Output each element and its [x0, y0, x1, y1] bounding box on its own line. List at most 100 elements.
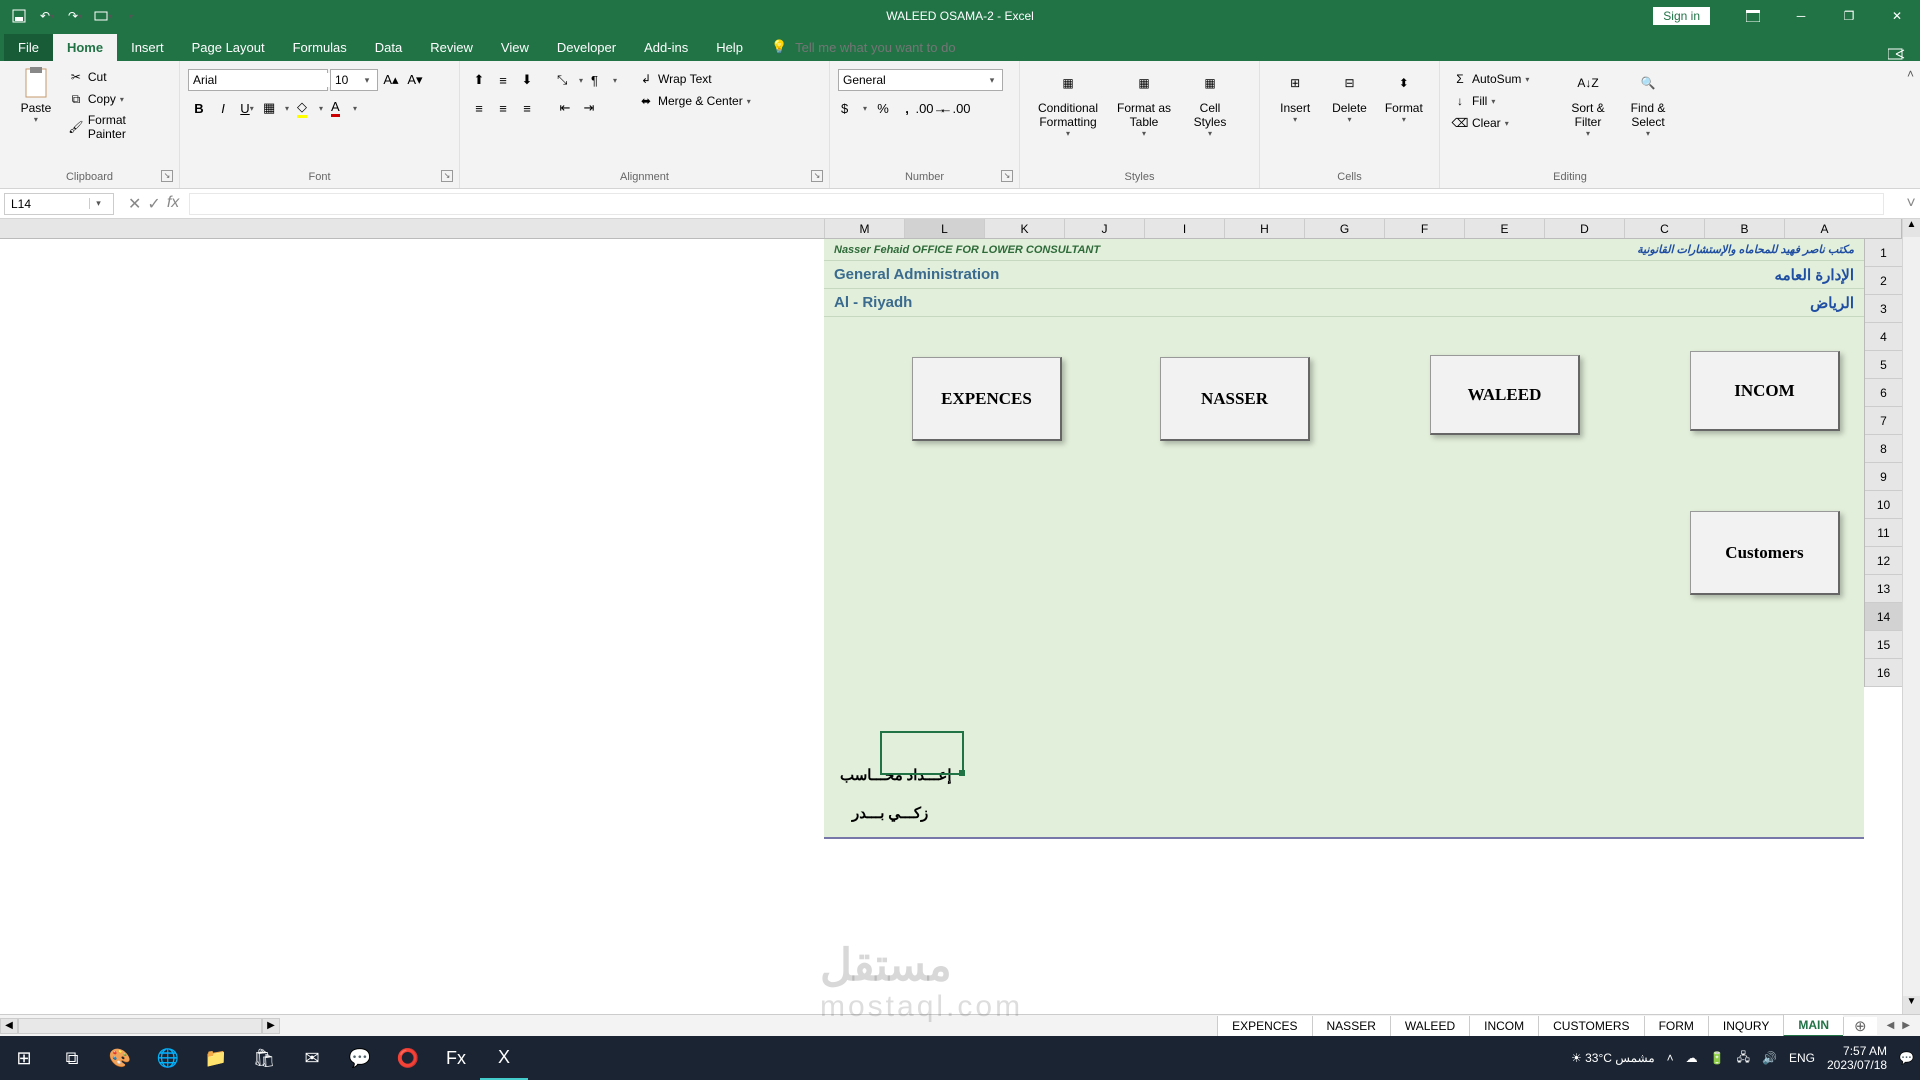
align-left-icon[interactable]: ≡	[468, 97, 490, 119]
row-header-4[interactable]: 4	[1865, 323, 1902, 351]
task-view-icon[interactable]: ⧉	[48, 1036, 96, 1080]
sheet-tab-inqury[interactable]: INQURY	[1708, 1016, 1783, 1036]
col-header-L[interactable]: L	[904, 219, 984, 238]
col-header-G[interactable]: G	[1304, 219, 1384, 238]
col-header-H[interactable]: H	[1224, 219, 1304, 238]
col-header-K[interactable]: K	[984, 219, 1064, 238]
cancel-formula-icon[interactable]: ✕	[128, 194, 141, 214]
tab-home[interactable]: Home	[53, 34, 117, 61]
row-header-8[interactable]: 8	[1865, 435, 1902, 463]
select-all-corner[interactable]	[1864, 219, 1902, 238]
col-header-E[interactable]: E	[1464, 219, 1544, 238]
app-whatsapp[interactable]: 💬	[336, 1036, 384, 1080]
find-select-button[interactable]: 🔍Find & Select▾	[1618, 65, 1678, 140]
customize-qat-icon[interactable]: ▾	[92, 5, 114, 27]
new-sheet-button[interactable]: ⊕	[1843, 1017, 1877, 1035]
sheet-button-nasser[interactable]: NASSER	[1160, 357, 1310, 441]
vertical-scrollbar[interactable]: ▲▼	[1902, 219, 1920, 1014]
row-header-7[interactable]: 7	[1865, 407, 1902, 435]
font-size-combo[interactable]: ▾	[330, 69, 378, 91]
minimize-button[interactable]: ─	[1778, 0, 1824, 32]
row-header-15[interactable]: 15	[1865, 631, 1902, 659]
share-icon[interactable]	[1874, 47, 1920, 61]
decrease-decimal-icon[interactable]: ←.00	[944, 97, 966, 119]
row-header-10[interactable]: 10	[1865, 491, 1902, 519]
app-excel[interactable]: X	[480, 1036, 528, 1080]
formula-input[interactable]	[189, 193, 1884, 215]
bold-button[interactable]: B	[188, 97, 210, 119]
col-header-M[interactable]: M	[824, 219, 904, 238]
col-header-F[interactable]: F	[1384, 219, 1464, 238]
font-name-combo[interactable]: ▾	[188, 69, 328, 91]
format-painter-button[interactable]: 🖌Format Painter	[64, 111, 171, 143]
align-center-icon[interactable]: ≡	[492, 97, 514, 119]
align-top-icon[interactable]: ⬆	[468, 69, 490, 91]
col-header-C[interactable]: C	[1624, 219, 1704, 238]
horizontal-scrollbar[interactable]: ◀▶	[0, 1018, 280, 1034]
col-header-B[interactable]: B	[1704, 219, 1784, 238]
insert-cells-button[interactable]: ⊞Insert▾	[1268, 65, 1322, 126]
app-edge[interactable]: 🌐	[144, 1036, 192, 1080]
tab-review[interactable]: Review	[416, 34, 487, 61]
tray-onedrive-icon[interactable]: ☁	[1686, 1051, 1698, 1065]
cut-button[interactable]: ✂Cut	[64, 67, 171, 87]
tab-developer[interactable]: Developer	[543, 34, 630, 61]
start-button[interactable]: ⊞	[0, 1036, 48, 1080]
name-box[interactable]: ▾	[4, 193, 114, 215]
decrease-font-icon[interactable]: A▾	[404, 69, 426, 91]
row-header-12[interactable]: 12	[1865, 547, 1902, 575]
tray-volume-icon[interactable]: 🔊	[1762, 1051, 1777, 1065]
sheet-tab-incom[interactable]: INCOM	[1469, 1016, 1538, 1036]
fill-button[interactable]: ↓Fill▾	[1448, 91, 1558, 111]
col-header-J[interactable]: J	[1064, 219, 1144, 238]
format-cells-button[interactable]: ⬍Format▾	[1377, 65, 1431, 126]
copy-button[interactable]: ⧉Copy▾	[64, 89, 171, 109]
app-explorer[interactable]: 📁	[192, 1036, 240, 1080]
italic-button[interactable]: I	[212, 97, 234, 119]
signin-button[interactable]: Sign in	[1653, 7, 1710, 25]
row-header-14[interactable]: 14	[1865, 603, 1902, 631]
borders-button[interactable]: ▦▾	[260, 97, 292, 119]
increase-indent-icon[interactable]: ⇥	[578, 97, 600, 119]
row-header-1[interactable]: 1	[1865, 239, 1902, 267]
row-header-11[interactable]: 11	[1865, 519, 1902, 547]
fill-color-button[interactable]: ◇▾	[294, 97, 326, 119]
tab-addins[interactable]: Add-ins	[630, 34, 702, 61]
orientation-icon[interactable]: ⤡▾	[554, 69, 586, 91]
underline-button[interactable]: U▾	[236, 97, 258, 119]
row-header-6[interactable]: 6	[1865, 379, 1902, 407]
number-dialog-launcher[interactable]: ↘	[1001, 170, 1013, 182]
save-icon[interactable]	[8, 5, 30, 27]
tray-chevron-icon[interactable]: ˄	[1667, 1051, 1674, 1065]
sheet-button-customers[interactable]: Customers	[1690, 511, 1840, 595]
tray-notifications-icon[interactable]: 💬	[1899, 1051, 1914, 1065]
alignment-dialog-launcher[interactable]: ↘	[811, 170, 823, 182]
enter-formula-icon[interactable]: ✓	[147, 194, 160, 214]
tab-help[interactable]: Help	[702, 34, 757, 61]
sheet-tab-waleed[interactable]: WALEED	[1390, 1016, 1469, 1036]
merge-center-button[interactable]: ⬌Merge & Center▾	[634, 91, 755, 111]
wrap-text-button[interactable]: ↲Wrap Text	[634, 69, 755, 89]
tellme-input[interactable]	[795, 40, 1055, 55]
clear-button[interactable]: ⌫Clear▾	[1448, 113, 1558, 133]
tab-insert[interactable]: Insert	[117, 34, 178, 61]
align-right-icon[interactable]: ≡	[516, 97, 538, 119]
number-format-combo[interactable]: ▾	[838, 69, 1003, 91]
sheet-tab-expences[interactable]: EXPENCES	[1217, 1016, 1311, 1036]
paste-button[interactable]: Paste▾	[8, 65, 64, 126]
font-dialog-launcher[interactable]: ↘	[441, 170, 453, 182]
increase-font-icon[interactable]: A▴	[380, 69, 402, 91]
row-header-2[interactable]: 2	[1865, 267, 1902, 295]
tellme-search[interactable]: 💡	[757, 33, 1874, 61]
align-middle-icon[interactable]: ≡	[492, 69, 514, 91]
redo-icon[interactable]: ↷▾	[64, 5, 86, 27]
text-direction-icon[interactable]: ¶▾	[588, 69, 620, 91]
autosum-button[interactable]: ΣAutoSum▾	[1448, 69, 1558, 89]
format-as-table-button[interactable]: ▦Format as Table▾	[1108, 65, 1180, 140]
tab-page-layout[interactable]: Page Layout	[178, 34, 279, 61]
undo-icon[interactable]: ↶▾	[36, 5, 58, 27]
sheet-button-waleed[interactable]: WALEED	[1430, 355, 1580, 435]
tray-language[interactable]: ENG	[1789, 1051, 1815, 1065]
row-header-16[interactable]: 16	[1865, 659, 1902, 687]
weather-widget[interactable]: ☀ 33°C مشمس	[1571, 1051, 1655, 1065]
